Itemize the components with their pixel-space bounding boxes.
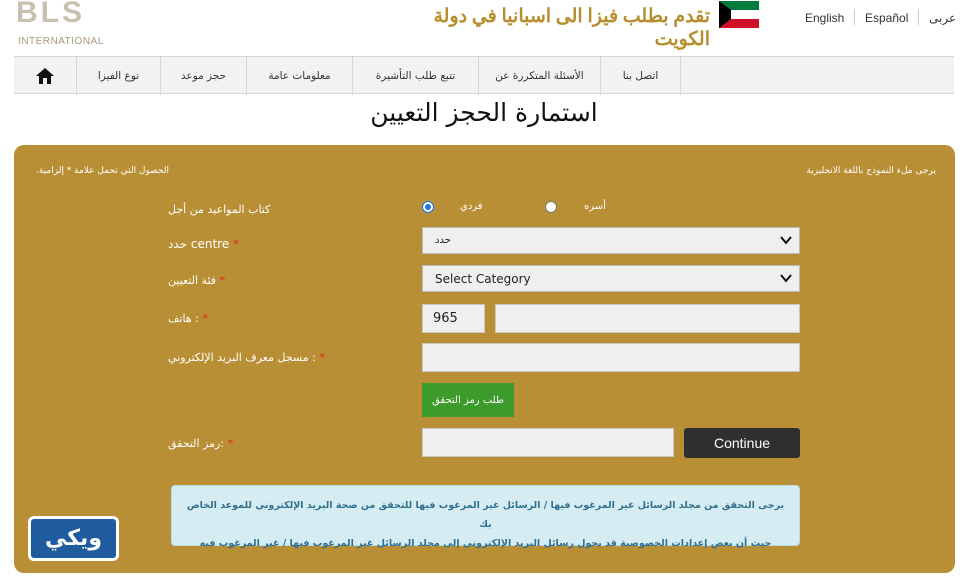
required-mark: * xyxy=(202,312,208,325)
centre-label: حدد centre * xyxy=(168,237,239,251)
bls-logo[interactable]: BLS INTERNATIONAL xyxy=(16,0,104,48)
radio-individual-label: فردي xyxy=(460,201,483,212)
chevron-down-icon xyxy=(780,236,792,245)
page-headline: تقدم بطلب فيزا الى اسبانيا في دولة الكوي… xyxy=(433,6,710,50)
english-note: يرجى ملء النموذج باللغة الانجليزية xyxy=(806,166,936,176)
lang-separator xyxy=(918,9,919,25)
phone-label-text: هاتف : xyxy=(168,312,199,325)
continue-button[interactable]: Continue xyxy=(684,428,800,458)
lang-english-link[interactable]: English xyxy=(805,11,844,25)
verification-code-input[interactable] xyxy=(422,428,674,457)
nav-home-button[interactable] xyxy=(14,57,76,95)
nav-track-application[interactable]: تتبع طلب التأشيرة xyxy=(352,57,478,95)
radio-individual[interactable] xyxy=(422,201,434,213)
required-mark: * xyxy=(227,437,234,450)
category-label-text: فئة التعيين xyxy=(168,274,217,287)
centre-label-text: حدد centre xyxy=(168,237,230,251)
main-nav: نوع الفيزا حجز موعد معلومات عامة تتبع طل… xyxy=(14,56,954,95)
required-mark: * xyxy=(319,351,325,364)
phone-code-input[interactable]: 965 xyxy=(422,304,485,333)
email-label-text: مسجل معرف البريد الإلكتروني : xyxy=(168,351,316,364)
verification-code-label-text: رمز التحقق: xyxy=(168,437,225,450)
wiki-watermark-logo: ويكي xyxy=(28,516,119,561)
required-mark: * xyxy=(233,237,240,251)
nav-visa-type[interactable]: نوع الفيزا xyxy=(76,57,160,95)
centre-select-value: حدد xyxy=(435,235,451,246)
category-select[interactable]: Select Category xyxy=(422,265,800,292)
nav-general-info[interactable]: معلومات عامة xyxy=(246,57,352,95)
logo-sub-text: INTERNATIONAL xyxy=(18,36,104,47)
phone-number-input[interactable] xyxy=(495,304,800,333)
request-verification-code-button[interactable]: طلب رمز التحقق xyxy=(422,383,514,417)
radio-family-label: أسره xyxy=(584,201,606,212)
email-label: مسجل معرف البريد الإلكتروني : * xyxy=(168,351,325,364)
lang-separator xyxy=(854,9,855,25)
nav-contact-us[interactable]: اتصل بنا xyxy=(600,57,680,95)
required-mark: * xyxy=(219,274,226,287)
spam-folder-info-box: يرجى التحقق من مجلد الرسائل غير المرغوب … xyxy=(171,485,800,549)
kuwait-flag-icon xyxy=(719,1,759,28)
booking-for-label: كتاب المواعيد من أجل xyxy=(168,203,271,216)
category-label: فئة التعيين * xyxy=(168,274,225,287)
page-title: استمارة الحجز التعيين xyxy=(370,98,598,127)
email-input[interactable] xyxy=(422,343,800,372)
info-line-2: حيث أن بعض إعدادات الخصوصية قد يحول رسائ… xyxy=(199,538,772,549)
nav-divider xyxy=(680,57,681,95)
category-select-value: Select Category xyxy=(435,271,531,286)
logo-main-text: BLS xyxy=(16,0,85,29)
radio-family[interactable] xyxy=(545,201,557,213)
required-fields-note-text: .الحصول التي تحمل علامة * إلزامية xyxy=(36,166,169,176)
centre-select[interactable]: حدد xyxy=(422,227,800,254)
lang-espanol-link[interactable]: Español xyxy=(865,11,908,25)
verification-code-label: رمز التحقق: * xyxy=(168,437,233,450)
home-icon xyxy=(36,68,54,84)
phone-label: هاتف : * xyxy=(168,312,208,325)
nav-book-appointment[interactable]: حجز موعد xyxy=(160,57,246,95)
info-line-1: يرجى التحقق من مجلد الرسائل غير المرغوب … xyxy=(186,500,785,530)
nav-faq[interactable]: الأسئلة المتكررة عن xyxy=(478,57,600,95)
required-fields-note: .الحصول التي تحمل علامة * إلزامية xyxy=(36,166,169,176)
lang-arabic-link[interactable]: عربى xyxy=(929,11,956,25)
chevron-down-icon xyxy=(780,274,792,283)
